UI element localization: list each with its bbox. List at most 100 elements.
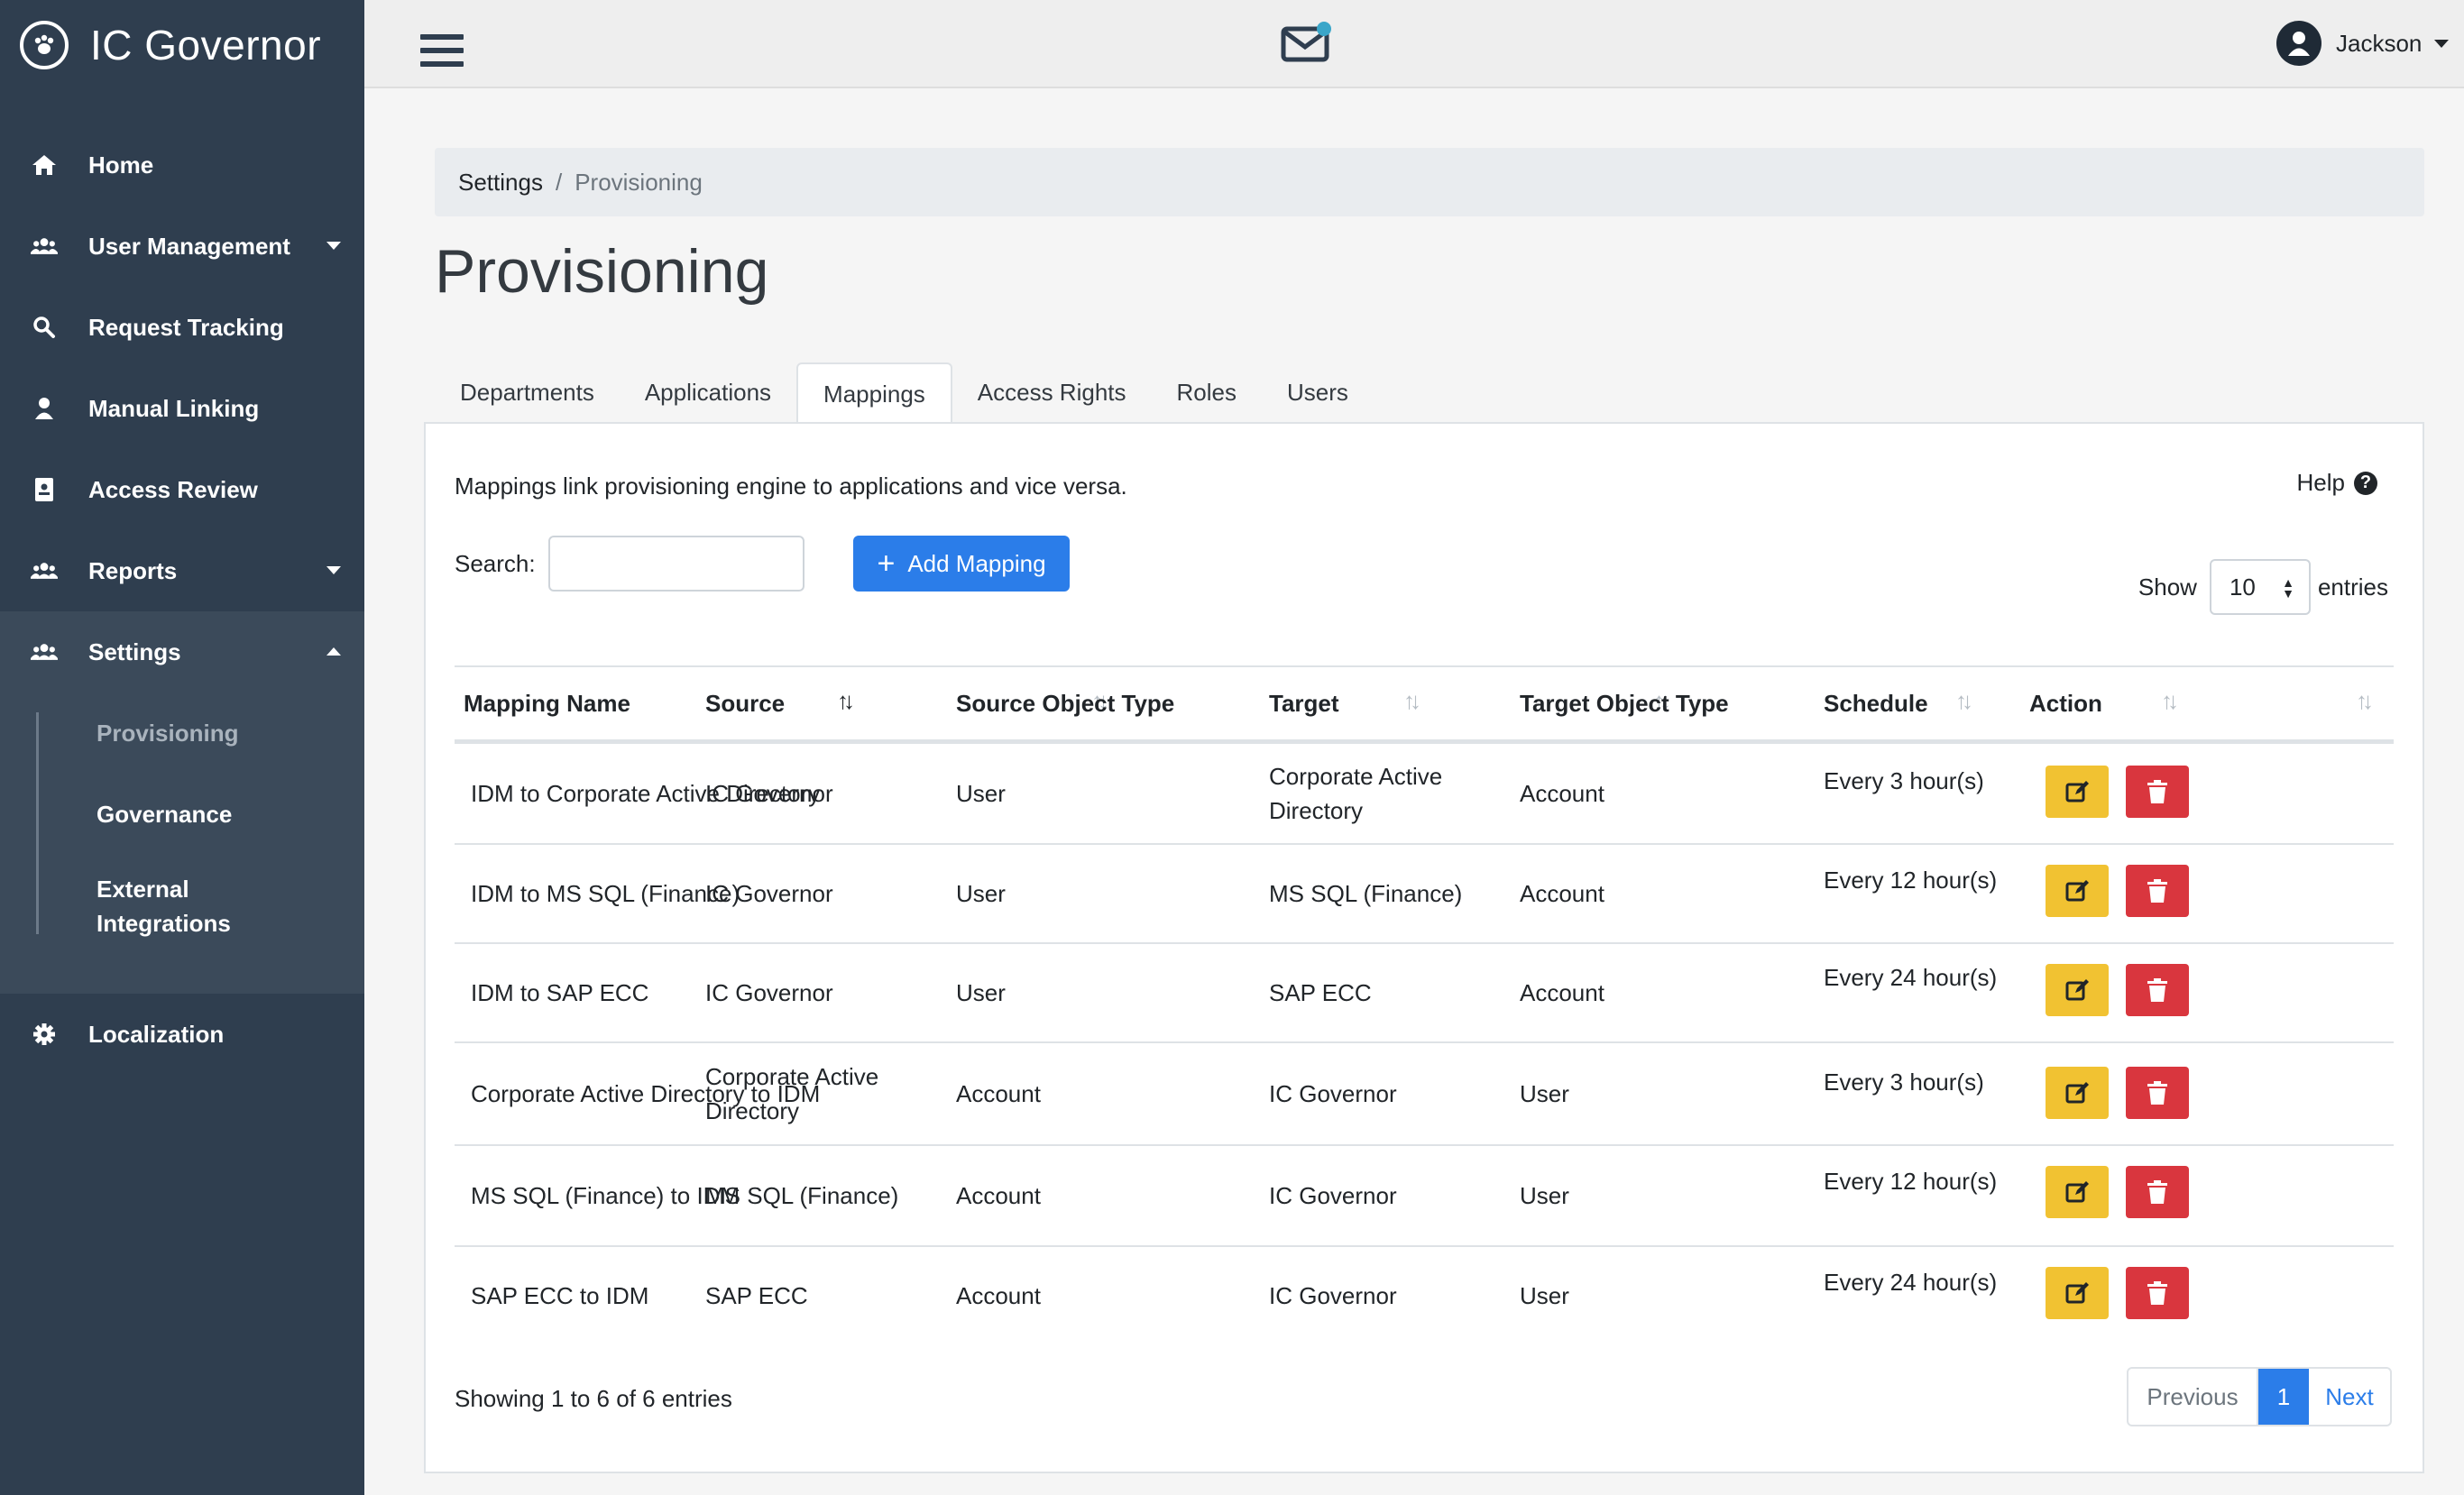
sidebar-item-reports[interactable]: Reports xyxy=(0,530,364,611)
tab-applications[interactable]: Applications xyxy=(620,362,796,422)
mail-icon[interactable] xyxy=(1281,20,1333,65)
cell-target-object-type: User xyxy=(1520,1282,1569,1309)
delete-button[interactable] xyxy=(2126,1166,2189,1218)
table-row: IDM to SAP ECC IC Governor User SAP ECC … xyxy=(455,944,2394,1043)
search-input[interactable] xyxy=(548,536,804,592)
sidebar-item-request-tracking[interactable]: Request Tracking xyxy=(0,287,364,368)
page-title: Provisioning xyxy=(435,237,769,306)
search-icon xyxy=(31,314,58,341)
tab-departments[interactable]: Departments xyxy=(435,362,620,422)
edit-icon xyxy=(2065,1181,2089,1203)
sidebar-item-localization[interactable]: Localization xyxy=(0,994,364,1075)
sidebar-item-manual-linking[interactable]: Manual Linking xyxy=(0,368,364,449)
cell-target: IC Governor xyxy=(1269,1182,1397,1209)
entries-label: entries xyxy=(2317,573,2388,601)
next-page-button[interactable]: Next xyxy=(2309,1369,2390,1425)
topbar: Jackson xyxy=(364,0,2464,88)
notification-badge xyxy=(1317,22,1331,36)
edit-button[interactable] xyxy=(2046,766,2109,818)
tab-users[interactable]: Users xyxy=(1262,362,1374,422)
edit-button[interactable] xyxy=(2046,964,2109,1016)
submenu-guide-line xyxy=(36,712,39,934)
edit-button[interactable] xyxy=(2046,1166,2109,1218)
trash-icon xyxy=(2147,1180,2167,1204)
select-arrows-icon: ▲ ▼ xyxy=(2282,575,2294,601)
cell-target: IC Governor xyxy=(1269,1282,1397,1309)
sidebar-subitem-governance[interactable]: Governance xyxy=(97,774,364,855)
user-icon xyxy=(31,395,58,422)
delete-button[interactable] xyxy=(2126,766,2189,818)
mappings-panel: Mappings link provisioning engine to app… xyxy=(424,422,2424,1473)
tab-access-rights[interactable]: Access Rights xyxy=(952,362,1152,422)
sort-icon[interactable]: ↑↓ xyxy=(1403,687,1421,715)
chevron-up-icon xyxy=(326,647,341,656)
delete-button[interactable] xyxy=(2126,1267,2189,1319)
cell-schedule: Every 12 hour(s) xyxy=(1824,867,1998,894)
header-mapping-name[interactable]: Mapping Name xyxy=(464,667,630,739)
sidebar-item-settings[interactable]: Settings xyxy=(0,611,364,692)
tab-roles[interactable]: Roles xyxy=(1152,362,1262,422)
sort-asc-icon[interactable]: ↑↓ xyxy=(837,687,855,715)
sidebar-item-label: Home xyxy=(88,151,154,179)
user-name: Jackson xyxy=(2336,29,2423,57)
sidebar-item-user-management[interactable]: User Management xyxy=(0,206,364,287)
cell-target: IC Governor xyxy=(1269,1080,1397,1107)
cell-mapping-name: MS SQL (Finance) to IDM xyxy=(471,1182,740,1209)
delete-button[interactable] xyxy=(2126,964,2189,1016)
trash-icon xyxy=(2147,780,2167,803)
user-menu[interactable]: Jackson xyxy=(2276,20,2450,67)
entries-select[interactable]: 10 ▲ ▼ xyxy=(2209,559,2311,615)
sidebar-item-label: Request Tracking xyxy=(88,313,284,341)
sort-icon[interactable]: ↑↓ xyxy=(2356,687,2374,715)
edit-button[interactable] xyxy=(2046,865,2109,917)
sort-icon[interactable]: ↑↓ xyxy=(2161,687,2179,715)
sidebar-subitem-external-integrations[interactable]: External Integrations xyxy=(97,855,364,958)
header-action[interactable]: Action xyxy=(2029,667,2102,739)
edit-button[interactable] xyxy=(2046,1267,2109,1319)
id-badge-icon xyxy=(31,476,58,503)
cell-target: SAP ECC xyxy=(1269,979,1372,1006)
header-schedule[interactable]: Schedule xyxy=(1824,667,1928,739)
breadcrumb-separator: / xyxy=(555,168,563,196)
sidebar-item-access-review[interactable]: Access Review xyxy=(0,449,364,530)
breadcrumb-settings[interactable]: Settings xyxy=(458,169,543,197)
sidebar-item-label: Localization xyxy=(88,1020,225,1048)
edit-icon xyxy=(2065,979,2089,1001)
paw-logo-icon xyxy=(20,21,69,69)
sidebar-subitem-provisioning[interactable]: Provisioning xyxy=(97,692,364,774)
cell-source: IC Governor xyxy=(705,880,833,907)
users-icon xyxy=(31,638,58,665)
edit-button[interactable] xyxy=(2046,1067,2109,1119)
brand[interactable]: IC Governor xyxy=(0,0,364,90)
cell-source-object-type: User xyxy=(956,780,1006,807)
header-target-object-type[interactable]: Target Object Type xyxy=(1520,667,1729,739)
cell-schedule: Every 12 hour(s) xyxy=(1824,1168,1998,1195)
table-row: IDM to Corporate Active Directory IC Gov… xyxy=(455,744,2394,845)
sidebar-item-home[interactable]: Home xyxy=(0,124,364,206)
cell-schedule: Every 3 hour(s) xyxy=(1824,767,1984,794)
cell-schedule: Every 24 hour(s) xyxy=(1824,1269,1998,1296)
delete-button[interactable] xyxy=(2126,1067,2189,1119)
trash-icon xyxy=(2147,1081,2167,1105)
cell-target-object-type: User xyxy=(1520,1182,1569,1209)
chevron-down-icon xyxy=(326,566,341,574)
menu-toggle-icon[interactable] xyxy=(420,34,464,70)
avatar-icon xyxy=(2276,21,2321,66)
mappings-table: Mapping Name ↑↓ Source ↑↓ Source Object … xyxy=(455,665,2394,1344)
cell-source: IC Governor xyxy=(705,979,833,1006)
header-source-object-type[interactable]: Source Object Type xyxy=(956,667,1174,739)
add-mapping-button[interactable]: + Add Mapping xyxy=(853,536,1070,592)
cell-target-object-type: User xyxy=(1520,1080,1569,1107)
header-target[interactable]: Target xyxy=(1269,667,1339,739)
tab-mappings[interactable]: Mappings xyxy=(796,362,952,424)
help-link[interactable]: Help ? xyxy=(2297,469,2377,497)
cell-schedule: Every 3 hour(s) xyxy=(1824,1069,1984,1096)
sort-icon[interactable]: ↑↓ xyxy=(1955,687,1973,715)
plus-icon: + xyxy=(877,546,896,581)
cell-source-object-type: User xyxy=(956,880,1006,907)
previous-page-button[interactable]: Previous xyxy=(2128,1369,2258,1425)
cell-target: MS SQL (Finance) xyxy=(1269,880,1463,907)
delete-button[interactable] xyxy=(2126,865,2189,917)
header-source[interactable]: Source xyxy=(705,667,785,739)
page-1-button[interactable]: 1 xyxy=(2258,1369,2309,1425)
